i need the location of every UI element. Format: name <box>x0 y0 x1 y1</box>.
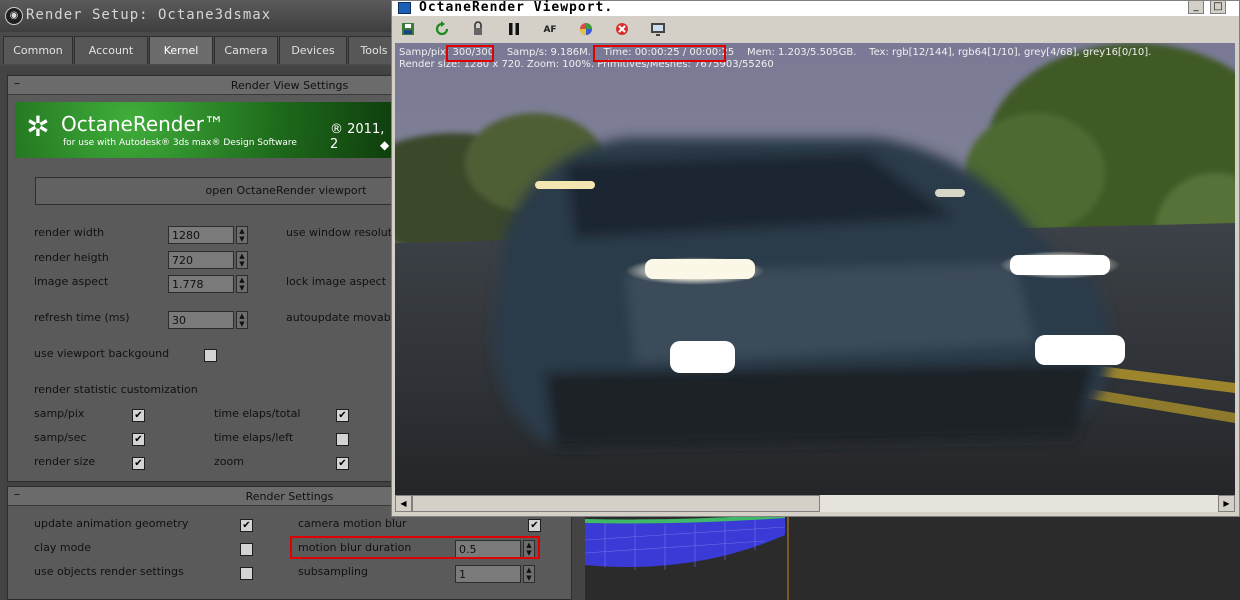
spinner-arrows-icon[interactable]: ▲ ▼ <box>523 540 535 558</box>
render-size-checkbox[interactable]: ✔ <box>132 457 145 470</box>
scroll-left-icon[interactable]: ◀ <box>395 495 412 512</box>
clear-icon[interactable] <box>612 21 632 39</box>
scrollbar-thumb[interactable] <box>412 495 820 512</box>
lock-icon[interactable] <box>468 21 488 39</box>
banner-product-name: OctaneRender™ <box>61 112 225 136</box>
samp-sec-checkbox[interactable]: ✔ <box>132 433 145 446</box>
zoom-checkbox[interactable]: ✔ <box>336 457 349 470</box>
max-background-viewport[interactable] <box>585 515 1240 600</box>
image-aspect-label: image aspect <box>34 275 109 288</box>
render-statistics: Samp/pix: 300/300 Samp/s: 9.186M. Time: … <box>399 47 1151 71</box>
horizontal-scrollbar[interactable]: ◀ ▶ <box>395 495 1235 512</box>
minimize-button[interactable]: _ <box>1188 0 1204 14</box>
octane-logo-icon: ✲ <box>26 110 50 143</box>
color-picker-icon[interactable] <box>576 21 596 39</box>
samp-pix-label: samp/pix <box>34 407 85 420</box>
mem-stat: Mem: 1.203/5.505GB. <box>746 47 857 58</box>
octane-banner: ✲ OctaneRender™ for use with Autodesk® 3… <box>15 102 395 158</box>
save-icon[interactable] <box>398 21 418 39</box>
samp-pix-stat-label: Samp/pix: <box>399 47 450 58</box>
time-elaps-left-checkbox[interactable] <box>336 433 349 446</box>
tex-stat: Tex: rgb[12/144], rgb64[1/10], grey[4/68… <box>869 47 1152 58</box>
max-app-icon[interactable]: ◉ <box>5 7 23 25</box>
render-width-field[interactable]: 1280 <box>168 226 234 244</box>
render-height-field[interactable]: 720 <box>168 251 234 269</box>
stats-line-2: Render size: 1280 x 720. Zoom: 100%. Pri… <box>399 59 774 70</box>
render-width-label: render width <box>34 226 105 239</box>
time-elaps-total-checkbox[interactable]: ✔ <box>336 409 349 422</box>
subsampling-field[interactable]: 1 <box>455 565 521 583</box>
render-setup-title: Render Setup: Octane3dsmax <box>26 7 272 23</box>
use-objects-settings-label: use objects render settings <box>34 565 184 578</box>
render-height-spinner[interactable]: 720 ▲ ▼ <box>168 251 248 271</box>
update-animation-checkbox[interactable]: ✔ <box>240 519 253 532</box>
spinner-arrows-icon[interactable]: ▲ ▼ <box>523 565 535 583</box>
motion-blur-duration-spinner[interactable]: 0.5 ▲ ▼ <box>455 540 535 560</box>
samp-pix-stat-value: 300/300 <box>452 47 495 58</box>
tab-camera[interactable]: Camera <box>214 36 278 64</box>
viewport-toolbar: AF <box>392 17 1239 43</box>
clay-mode-label: clay mode <box>34 541 92 554</box>
camera-motion-blur-label: camera motion blur <box>298 517 407 530</box>
af-icon[interactable]: AF <box>540 21 560 39</box>
render-height-label: render heigth <box>34 251 109 264</box>
camera-motion-blur-checkbox[interactable]: ✔ <box>528 519 541 532</box>
time-stat: Time: 00:00:25 / 00:00:25 <box>603 47 735 58</box>
refresh-time-label: refresh time (ms) <box>34 311 130 324</box>
time-elaps-total-label: time elaps/total <box>214 407 301 420</box>
image-aspect-field[interactable]: 1.778 <box>168 275 234 293</box>
spinner-arrows-icon[interactable]: ▲ ▼ <box>236 251 248 269</box>
render-viewport[interactable]: Samp/pix: 300/300 Samp/s: 9.186M. Time: … <box>395 43 1235 495</box>
spinner-arrows-icon[interactable]: ▲ ▼ <box>236 311 248 329</box>
banner-tagline: for use with Autodesk® 3ds max® Design S… <box>63 138 297 148</box>
octane-viewport-window: OctaneRender Viewport. _ □ AF Samp/pix: … <box>391 0 1240 517</box>
use-objects-settings-checkbox[interactable] <box>240 567 253 580</box>
samp-pix-checkbox[interactable]: ✔ <box>132 409 145 422</box>
refresh-time-field[interactable]: 30 <box>168 311 234 329</box>
use-viewport-background-checkbox[interactable] <box>204 349 217 362</box>
subsampling-spinner[interactable]: 1 ▲ ▼ <box>455 565 535 585</box>
banner-diamond-icon: ◆ <box>380 138 390 152</box>
subsampling-label: subsampling <box>298 565 368 578</box>
tab-account[interactable]: Account <box>74 36 148 64</box>
render-size-label: render size <box>34 455 96 468</box>
refresh-icon[interactable] <box>432 21 452 39</box>
lock-image-aspect-label: lock image aspect <box>286 275 387 288</box>
tab-kernel[interactable]: Kernel <box>149 36 213 64</box>
maximize-button[interactable]: □ <box>1210 0 1226 14</box>
samp-sec-stat: Samp/s: 9.186M. <box>506 47 591 58</box>
stats-line-1: Samp/pix: 300/300 Samp/s: 9.186M. Time: … <box>399 47 1151 59</box>
pause-icon[interactable] <box>504 21 524 39</box>
spinner-arrows-icon[interactable]: ▲ ▼ <box>236 226 248 244</box>
update-animation-label: update animation geometry <box>34 517 189 530</box>
tab-common[interactable]: Common <box>3 36 73 64</box>
viewport-titlebar[interactable]: OctaneRender Viewport. _ □ <box>392 0 1239 16</box>
scroll-right-icon[interactable]: ▶ <box>1218 495 1235 512</box>
render-width-spinner[interactable]: 1280 ▲ ▼ <box>168 226 248 246</box>
viewport-divider <box>787 515 789 600</box>
render-statistic-label: render statistic customization <box>34 383 198 396</box>
time-elaps-left-label: time elaps/left <box>214 431 294 444</box>
use-viewport-background-label: use viewport backgound <box>34 347 170 360</box>
car-render-image <box>395 43 1235 495</box>
wireframe-mesh <box>585 515 786 570</box>
refresh-time-spinner[interactable]: 30 ▲ ▼ <box>168 311 248 331</box>
spinner-arrows-icon[interactable]: ▲ ▼ <box>236 275 248 293</box>
window-app-icon[interactable] <box>398 2 411 14</box>
motion-blur-duration-field[interactable]: 0.5 <box>455 540 521 558</box>
tab-devices[interactable]: Devices <box>279 36 347 64</box>
viewport-title: OctaneRender Viewport. <box>419 0 614 15</box>
image-aspect-spinner[interactable]: 1.778 ▲ ▼ <box>168 275 248 295</box>
clay-mode-checkbox[interactable] <box>240 543 253 556</box>
monitor-icon[interactable] <box>648 21 668 39</box>
motion-blur-duration-label: motion blur duration <box>298 541 412 554</box>
samp-sec-label: samp/sec <box>34 431 87 444</box>
zoom-label: zoom <box>214 455 244 468</box>
